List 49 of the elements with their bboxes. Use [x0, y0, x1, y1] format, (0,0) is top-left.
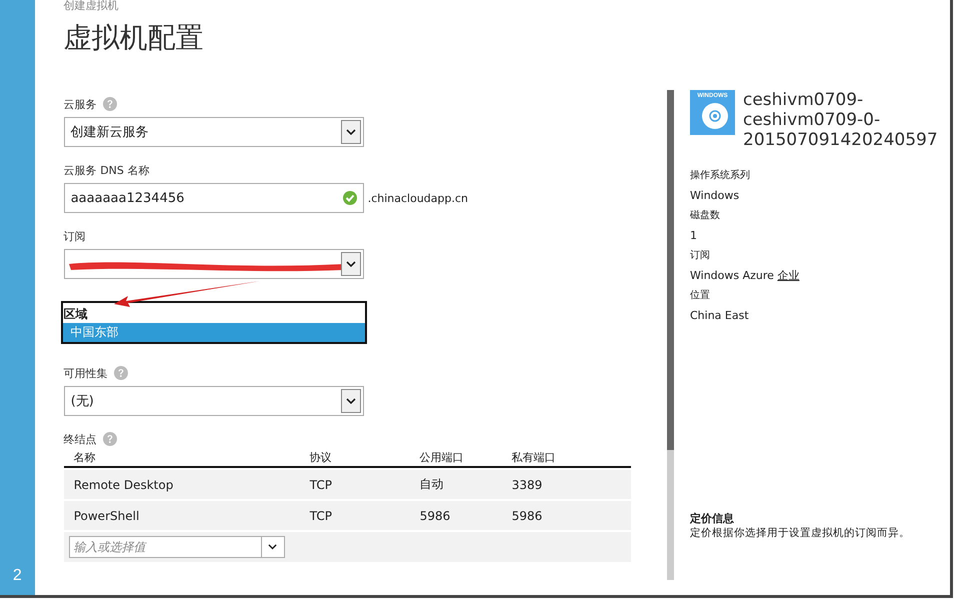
chevron-down-icon: [268, 544, 278, 550]
property-label: 位置: [690, 288, 711, 303]
field-label: 可用性集: [64, 366, 108, 380]
table-cell-text: 3389: [512, 478, 544, 492]
select-field[interactable]: (无): [64, 386, 364, 416]
table-cell-text: TCP: [310, 478, 333, 492]
vm-name: ceshivm0709-ceshivm0709-0-201507091420240597: [743, 90, 939, 150]
field-label: 云服务 DNS 名称: [64, 162, 150, 178]
property-label: 磁盘数: [690, 209, 721, 223]
list-header: 区域: [62, 306, 89, 323]
table-cell-text: TCP: [310, 508, 333, 522]
combo-field[interactable]: 输入或选择值: [68, 536, 285, 558]
select-field[interactable]: [64, 249, 364, 279]
text-field[interactable]: aaaaaaa1234456: [64, 183, 364, 213]
select-field[interactable]: 创建新云服务: [64, 117, 364, 147]
chevron-down-icon: [346, 261, 356, 267]
subscription-link[interactable]: 企业: [777, 269, 800, 282]
column-header: 名称: [74, 450, 97, 464]
property-value: China East: [690, 308, 750, 324]
property-value: 1: [690, 228, 698, 244]
field-label: 终结点: [64, 432, 97, 446]
chevron-down-icon: [346, 129, 356, 135]
table-cell-text: 5986: [512, 508, 544, 522]
column-header: 私有端口: [512, 450, 557, 464]
property-label: 订阅: [690, 249, 711, 263]
breadcrumb: 创建虚拟机: [64, 0, 120, 13]
page-title: 虚拟机配置: [64, 20, 205, 56]
chevron-down-icon: [346, 398, 356, 404]
step-number: 2: [12, 567, 22, 585]
dropdown-button[interactable]: [340, 120, 361, 144]
table-cell-text: 5986: [420, 508, 452, 522]
dropdown-button[interactable]: [340, 252, 361, 276]
table-row[interactable]: PowerShell TCP 5986 5986: [64, 501, 631, 530]
dropdown-button[interactable]: [340, 389, 361, 413]
property-value: Windows Azure 企业: [690, 268, 800, 284]
property-label: 操作系统系列: [690, 168, 751, 183]
pricing-text: 定价根据你选择用于设置虚拟机的订阅而异。: [690, 526, 911, 540]
field-label: 订阅: [64, 228, 86, 244]
column-header: 协议: [310, 450, 333, 464]
table-cell-text: Remote Desktop: [74, 478, 174, 492]
field-label: 云服务: [64, 96, 97, 112]
table-cell-text: 自动: [420, 476, 445, 493]
column-header: 公用端口: [420, 450, 465, 464]
table-row[interactable]: Remote Desktop TCP 自动 3389: [64, 470, 631, 499]
pricing-title: 定价信息: [690, 511, 735, 526]
table-cell-text: PowerShell: [74, 508, 140, 522]
domain-suffix: .chinacloudapp.cn: [368, 192, 468, 204]
property-value: Windows: [690, 188, 740, 204]
scrollbar-thumb[interactable]: [667, 90, 674, 450]
